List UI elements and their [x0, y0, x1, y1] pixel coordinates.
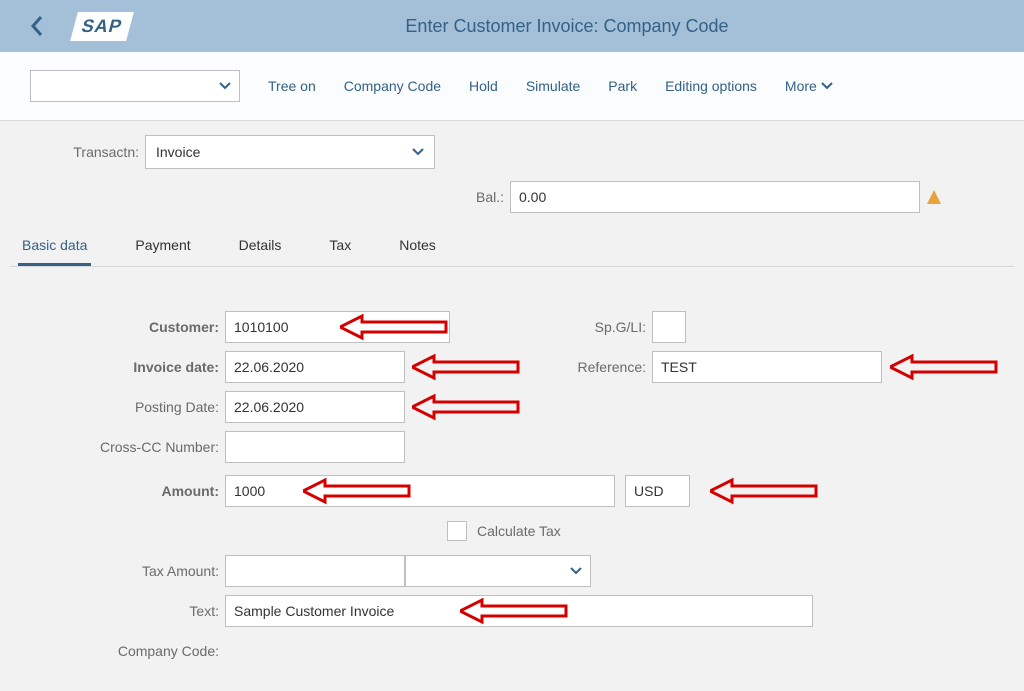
arrow-annotation: [710, 477, 820, 505]
arrow-annotation: [412, 353, 522, 381]
chevron-down-icon: [821, 82, 833, 90]
tab-basic-data[interactable]: Basic data: [18, 227, 91, 266]
park-button[interactable]: Park: [608, 78, 637, 94]
currency-input[interactable]: USD: [625, 475, 690, 507]
customer-value: 1010100: [234, 319, 289, 335]
main-area: Transactn: Invoice Bal.: 0.00 Basic data…: [0, 121, 1024, 691]
spgl-label: Sp.G/LI:: [556, 319, 652, 335]
toolbar: Tree on Company Code Hold Simulate Park …: [0, 52, 1024, 121]
text-input[interactable]: Sample Customer Invoice: [225, 595, 813, 627]
tab-payment[interactable]: Payment: [131, 227, 194, 266]
text-row: Text: Sample Customer Invoice: [20, 591, 1004, 631]
header-bar: SAP Enter Customer Invoice: Company Code: [0, 0, 1024, 52]
cross-cc-label: Cross-CC Number:: [20, 439, 225, 455]
chevron-down-icon: [412, 148, 424, 156]
arrow-annotation: [412, 393, 522, 421]
amount-value: 1000: [234, 483, 265, 499]
amount-label: Amount:: [20, 483, 225, 499]
reference-label: Reference:: [556, 359, 652, 375]
invoice-date-row: Invoice date: 22.06.2020 Reference: TEST: [20, 347, 1004, 387]
amount-input[interactable]: 1000: [225, 475, 615, 507]
chevron-left-icon: [30, 15, 44, 37]
company-code-button[interactable]: Company Code: [344, 78, 441, 94]
tab-tax[interactable]: Tax: [325, 227, 355, 266]
tax-code-select[interactable]: [405, 555, 591, 587]
amount-row: Amount: 1000 USD: [20, 471, 1004, 511]
calculate-tax-label: Calculate Tax: [477, 523, 561, 539]
text-label: Text:: [20, 603, 225, 619]
posting-date-input[interactable]: 22.06.2020: [225, 391, 405, 423]
tabs: Basic data Payment Details Tax Notes: [10, 227, 1014, 267]
more-button[interactable]: More: [785, 78, 833, 94]
posting-date-value: 22.06.2020: [234, 399, 304, 415]
posting-date-label: Posting Date:: [20, 399, 225, 415]
basic-data-form: Customer: 1010100 Sp.G/LI: Invoice date:…: [10, 267, 1014, 681]
tax-amount-label: Tax Amount:: [20, 563, 225, 579]
transaction-row: Transactn: Invoice: [10, 135, 1014, 169]
back-button[interactable]: [20, 5, 54, 47]
sap-logo-text: SAP: [70, 12, 134, 41]
transaction-label: Transactn:: [10, 144, 145, 160]
tax-amount-input[interactable]: [225, 555, 405, 587]
company-code-label: Company Code:: [20, 643, 225, 659]
invoice-date-input[interactable]: 22.06.2020: [225, 351, 405, 383]
calc-tax-row: Calculate Tax: [20, 511, 1004, 551]
simulate-button[interactable]: Simulate: [526, 78, 580, 94]
chevron-down-icon: [570, 567, 582, 575]
balance-input[interactable]: 0.00: [510, 181, 920, 213]
more-label: More: [785, 78, 817, 94]
cross-cc-row: Cross-CC Number:: [20, 427, 1004, 467]
transaction-value: Invoice: [156, 144, 200, 160]
page-title: Enter Customer Invoice: Company Code: [130, 16, 1004, 37]
sap-logo: SAP: [74, 12, 130, 41]
invoice-date-label: Invoice date:: [20, 359, 225, 375]
reference-input[interactable]: TEST: [652, 351, 882, 383]
posting-date-row: Posting Date: 22.06.2020: [20, 387, 1004, 427]
tab-notes[interactable]: Notes: [395, 227, 440, 266]
customer-row: Customer: 1010100 Sp.G/LI:: [20, 307, 1004, 347]
balance-warning-icon: [926, 189, 942, 205]
spgl-input[interactable]: [652, 311, 686, 343]
currency-value: USD: [634, 483, 664, 499]
hold-button[interactable]: Hold: [469, 78, 498, 94]
customer-label: Customer:: [20, 319, 225, 335]
balance-value: 0.00: [519, 189, 546, 205]
calculate-tax-checkbox[interactable]: [447, 521, 467, 541]
invoice-date-value: 22.06.2020: [234, 359, 304, 375]
reference-value: TEST: [661, 359, 697, 375]
balance-label: Bal.:: [10, 189, 510, 205]
tax-amount-row: Tax Amount:: [20, 551, 1004, 591]
cross-cc-input[interactable]: [225, 431, 405, 463]
editing-options-button[interactable]: Editing options: [665, 78, 757, 94]
arrow-annotation: [890, 353, 1000, 381]
tab-details[interactable]: Details: [235, 227, 286, 266]
customer-input[interactable]: 1010100: [225, 311, 450, 343]
balance-row: Bal.: 0.00: [10, 181, 1014, 213]
toolbar-search-combo[interactable]: [30, 70, 240, 102]
company-code-row: Company Code:: [20, 631, 1004, 671]
text-value: Sample Customer Invoice: [234, 603, 394, 619]
chevron-down-icon: [219, 82, 231, 90]
transaction-select[interactable]: Invoice: [145, 135, 435, 169]
tree-on-button[interactable]: Tree on: [268, 78, 316, 94]
